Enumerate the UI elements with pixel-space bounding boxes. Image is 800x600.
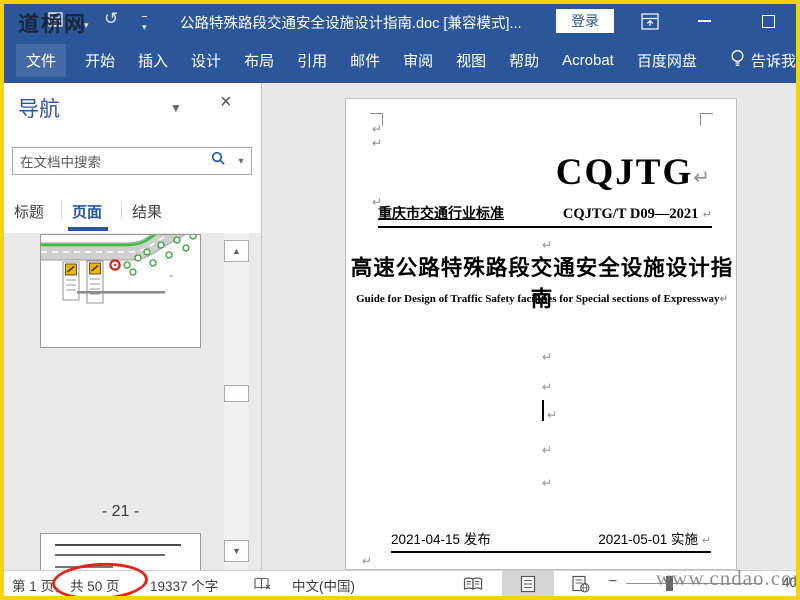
nav-scroll-up-icon[interactable]: ▲ [224,240,249,262]
ribbon-tab-bar: 文件 开始 插入 设计 布局 引用 邮件 审阅 视图 帮助 Acrobat 百度… [4,38,796,83]
lightbulb-icon [730,49,745,72]
standard-header-row: 重庆市交通行业标准 CQJTG/T D09—2021 ↵ [378,203,712,228]
paragraph-mark: ↵ [542,350,553,364]
paragraph-mark: ↵ [702,209,712,221]
effective-date: 2021-05-01 实施 [598,532,699,547]
nav-tab-pages[interactable]: 页面 [72,201,102,222]
margin-crop-mark [700,113,713,126]
document-title-english-text: Guide for Design of Traffic Safety facil… [356,293,720,305]
nav-tab-separator [121,201,122,219]
paragraph-mark: ↵ [542,476,553,490]
standard-organization: 重庆市交通行业标准 [378,205,504,221]
ribbon-tab-design[interactable]: 设计 [187,44,225,77]
minimize-button[interactable] [692,10,716,32]
paragraph-mark: ↵ [372,136,383,150]
text-placeholder [55,554,165,556]
document-title-english: Guide for Design of Traffic Safety facil… [346,293,736,306]
paragraph-mark: ↵ [362,554,373,568]
nav-scrollbar-thumb[interactable] [224,385,249,402]
ribbon-tab-help[interactable]: 帮助 [505,44,543,77]
search-input[interactable]: 在文档中搜索 ▾ [12,147,252,175]
navigation-tabs: 标题 页面 结果 [4,193,261,231]
search-placeholder: 在文档中搜索 [20,155,101,170]
standard-code: CQJTG/T D09—2021 [562,206,699,222]
read-mode-button[interactable] [456,571,490,596]
figure-caption-placeholder [77,291,165,294]
title-bar: 道桥网 ▾ ↺ ▾ 公路特殊路段交通安全设施设计指南.doc [兼容模式]...… [4,4,796,38]
ribbon-display-options-icon[interactable] [638,10,662,32]
qat-customize-icon[interactable]: ▾ [142,16,147,36]
navigation-options-caret-icon[interactable]: ▼ [170,101,182,115]
paragraph-mark: ↵ [719,294,728,305]
nav-tab-active-underline [68,227,108,231]
paragraph-mark: ↵ [701,535,711,547]
thumbnail-page-number: - 21 - [101,503,140,520]
language-status[interactable]: 中文(中国) [292,575,355,595]
site-watermark-top: 道桥网 [18,13,87,36]
nav-tab-separator [61,201,62,219]
undo-icon[interactable]: ↺ [104,10,118,28]
standard-logo-text: CQJTG [555,152,694,193]
proofing-status-icon[interactable] [254,577,272,594]
nav-scroll-down-icon[interactable]: ▼ [224,540,249,562]
login-button[interactable]: 登录 [556,9,614,33]
navigation-pane-title: 导航 [18,98,60,121]
word-count-status[interactable]: 19337 个字 [150,575,218,595]
document-title: 公路特殊路段交通安全设施设计指南.doc [兼容模式]... [180,16,522,32]
ribbon-tab-acrobat[interactable]: Acrobat [558,46,618,75]
warning-sign-post-1 [62,261,80,301]
web-layout-button[interactable] [564,571,598,596]
maximize-button[interactable] [756,10,780,32]
ribbon-tab-file[interactable]: 文件 [16,44,67,77]
ribbon-tab-references[interactable]: 引用 [293,44,331,77]
standard-logo: CQJTG↵ [346,151,712,194]
print-layout-button[interactable] [502,571,554,596]
ribbon-tab-view[interactable]: 视图 [452,44,490,77]
paragraph-mark: ↵ [693,167,712,189]
paragraph-mark: ↵ [542,238,553,252]
tell-me-control[interactable]: 告诉我 [730,49,796,72]
paragraph-mark: ↵ [547,408,558,422]
site-watermark-bottom: www.cndao.com [656,566,800,590]
ribbon-tab-home[interactable]: 开始 [81,44,119,77]
tell-me-label: 告诉我 [750,53,796,70]
nav-tab-headings[interactable]: 标题 [14,201,44,222]
paragraph-mark: ↵ [542,443,553,457]
word-window: 道桥网 ▾ ↺ ▾ 公路特殊路段交通安全设施设计指南.doc [兼容模式]...… [0,0,800,600]
navigation-close-icon[interactable]: × [220,91,232,114]
date-row: 2021-04-15 发布 2021-05-01 实施 ↵ [391,528,711,548]
ribbon-tab-baidu-netdisk[interactable]: 百度网盘 [633,44,701,77]
text-cursor [542,400,544,421]
nav-tab-results[interactable]: 结果 [132,201,162,222]
zoom-out-button[interactable]: − [608,573,617,591]
ribbon-tab-layout[interactable]: 布局 [240,44,278,77]
document-workspace: ↵ ↵ CQJTG↵ ↵ 重庆市交通行业标准 CQJTG/T D09—2021 … [263,83,796,570]
page-thumbnail-21[interactable] [40,234,201,348]
prohibition-sign [109,259,121,271]
issue-date: 2021-04-15 发布 [391,532,491,547]
search-dropdown-icon[interactable]: ▾ [231,156,251,167]
paragraph-mark: ↵ [372,122,383,136]
document-page[interactable]: ↵ ↵ CQJTG↵ ↵ 重庆市交通行业标准 CQJTG/T D09—2021 … [345,98,737,570]
page-thumbnails-area: - 21 - 急弯下坡 急弯下坡 [4,233,261,570]
text-placeholder [55,544,181,547]
paragraph-mark: ↵ [542,380,553,394]
road-diagram [41,235,197,304]
warning-sign-post-2 [86,260,104,304]
ribbon-tab-review[interactable]: 审阅 [399,44,437,77]
search-icon[interactable] [205,151,231,171]
ribbon-tab-insert[interactable]: 插入 [134,44,172,77]
footer-rule [391,551,711,553]
ribbon-tab-mailings[interactable]: 邮件 [346,44,384,77]
navigation-pane: 导航 ▼ × 在文档中搜索 ▾ 标题 页面 结果 - 21 - ▲ ▼ [4,83,262,570]
